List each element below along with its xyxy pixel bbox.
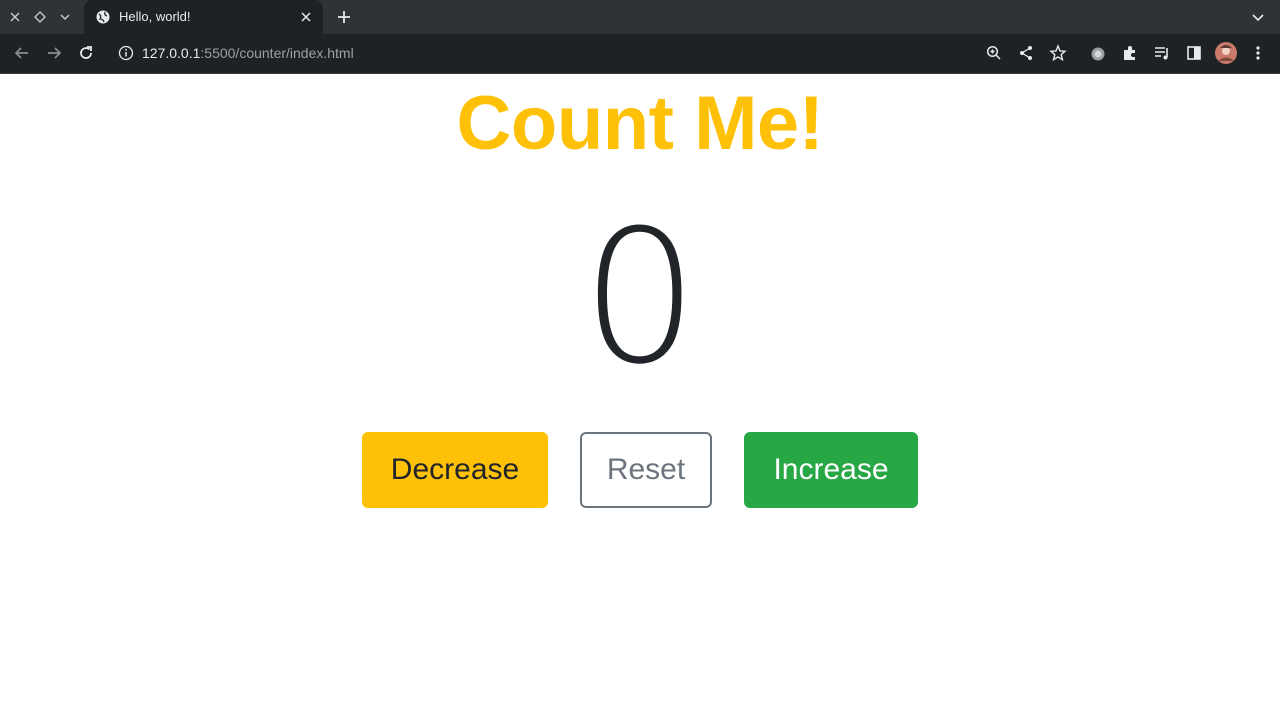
close-icon[interactable] xyxy=(6,8,24,26)
forward-icon[interactable] xyxy=(44,43,64,63)
url-text[interactable]: 127.0.0.1:5500/counter/index.html xyxy=(142,45,354,61)
url-path: :5500/counter/index.html xyxy=(200,45,354,61)
info-icon[interactable] xyxy=(116,43,136,63)
url-host: 127.0.0.1 xyxy=(142,45,201,61)
tab-strip: Hello, world! xyxy=(0,0,1280,34)
page-title: Count Me! xyxy=(456,81,824,166)
media-icon[interactable] xyxy=(1152,43,1172,63)
diamond-icon[interactable] xyxy=(31,8,49,26)
decrease-button[interactable]: Decrease xyxy=(362,432,548,508)
increase-button[interactable]: Increase xyxy=(744,432,918,508)
globe-icon xyxy=(96,10,110,24)
browser-toolbar: 127.0.0.1:5500/counter/index.html xyxy=(0,34,1280,74)
chevron-down-icon[interactable] xyxy=(56,8,74,26)
close-icon[interactable] xyxy=(298,9,314,25)
reset-button[interactable]: Reset xyxy=(580,432,712,508)
extension-icon[interactable] xyxy=(1088,43,1108,63)
zoom-icon[interactable] xyxy=(984,43,1004,63)
tab-title: Hello, world! xyxy=(119,9,191,24)
puzzle-icon[interactable] xyxy=(1120,43,1140,63)
star-icon[interactable] xyxy=(1048,43,1068,63)
sidepanel-icon[interactable] xyxy=(1184,43,1204,63)
share-icon[interactable] xyxy=(1016,43,1036,63)
plus-icon[interactable] xyxy=(335,8,353,26)
avatar[interactable] xyxy=(1215,42,1237,64)
reload-icon[interactable] xyxy=(76,43,96,63)
chevron-down-icon[interactable] xyxy=(1249,8,1267,26)
back-icon[interactable] xyxy=(12,43,32,63)
active-tab[interactable]: Hello, world! xyxy=(84,0,323,34)
page-content: Count Me! 0 Decrease Reset Increase xyxy=(0,74,1280,720)
menu-icon[interactable] xyxy=(1248,43,1268,63)
counter-value: 0 xyxy=(581,191,699,405)
